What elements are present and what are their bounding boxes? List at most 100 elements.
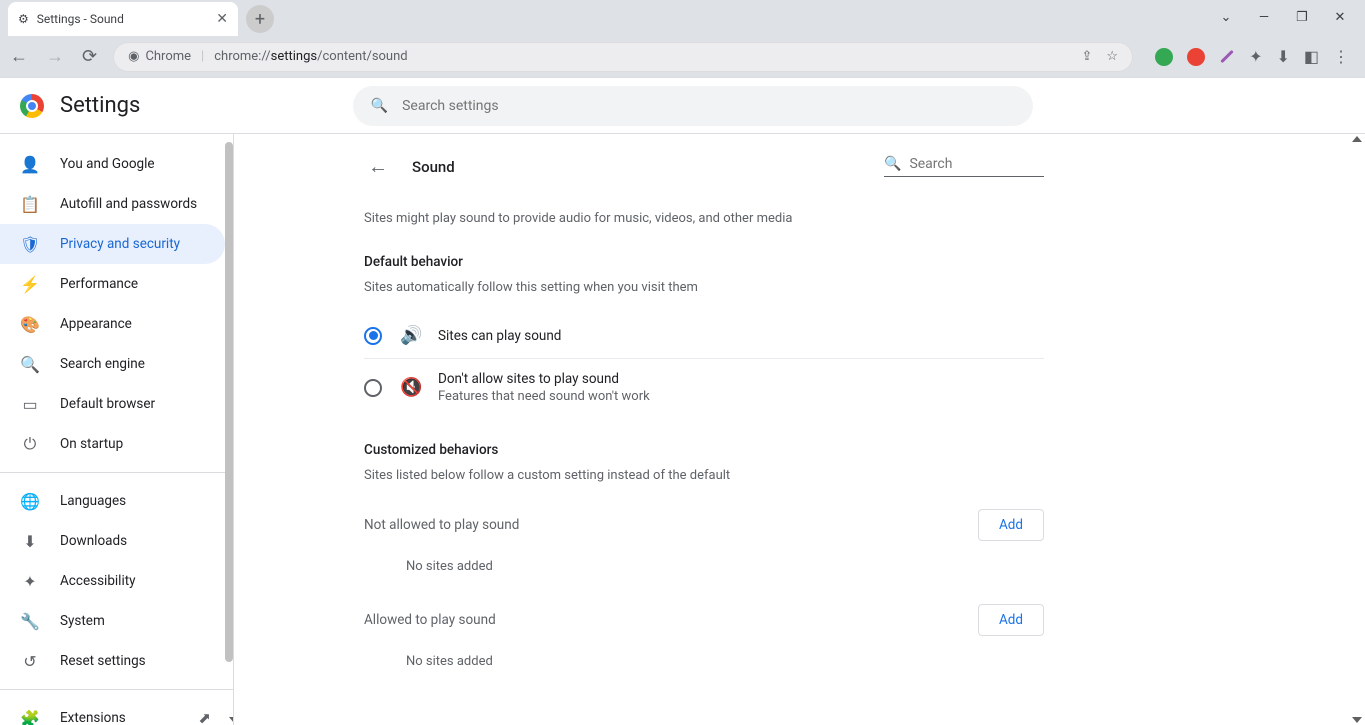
radio-sites-can-play-sound[interactable]: 🔊 Sites can play sound (364, 313, 1044, 359)
sidebar-item-label: Performance (60, 276, 138, 292)
url-display: chrome://settings/content/sound (214, 49, 407, 64)
sidebar-item-autofill[interactable]: 📋 Autofill and passwords (0, 184, 225, 224)
volume-mute-icon: 🔇 (400, 377, 420, 398)
sidebar-item-label: You and Google (60, 156, 155, 172)
extension-grammarly-icon[interactable] (1155, 48, 1173, 66)
settings-search-input[interactable] (402, 98, 1015, 114)
volume-icon: 🔊 (400, 325, 420, 346)
tab-dropdown-icon[interactable]: ⌄ (1217, 10, 1235, 25)
browser-tab[interactable]: ⚙ Settings - Sound ✕ (8, 2, 238, 36)
sidebar-item-extensions[interactable]: 🧩Extensions⬈ (0, 698, 225, 725)
sidebar-item-label: On startup (60, 436, 123, 452)
extension-icons: ✦ ⬇ ◧ ⋮ (1155, 47, 1355, 66)
sidebar-item-default-browser[interactable]: ▭ Default browser (0, 384, 225, 424)
sidebar-item-search-engine[interactable]: 🔍 Search engine (0, 344, 225, 384)
forward-button[interactable]: → (46, 46, 64, 67)
share-icon[interactable]: ⇪ (1082, 49, 1093, 64)
sidebar-item-performance[interactable]: ⚡ Performance (0, 264, 225, 304)
search-icon: 🔍 (20, 355, 40, 374)
sidebar-item-label: Downloads (60, 533, 127, 549)
extension-adblock-icon[interactable] (1187, 48, 1205, 66)
close-tab-icon[interactable]: ✕ (216, 11, 228, 27)
window-controls: ⌄ — ❐ ✕ (1201, 0, 1365, 35)
radio-label: Don't allow sites to play sound (438, 371, 650, 387)
extensions-puzzle-icon[interactable]: ✦ (1249, 47, 1262, 66)
sidebar-item-label: Autofill and passwords (60, 196, 197, 212)
customized-behaviors-sub: Sites listed below follow a custom setti… (364, 468, 1044, 483)
clipboard-icon: 📋 (20, 195, 40, 214)
tab-strip: ⚙ Settings - Sound ✕ + ⌄ — ❐ ✕ (0, 0, 1365, 36)
not-allowed-label: Not allowed to play sound (364, 517, 519, 533)
sidebar-separator (0, 689, 233, 690)
back-arrow-button[interactable]: ← (364, 150, 392, 183)
search-icon: 🔍 (371, 98, 388, 114)
window-icon: ▭ (20, 395, 40, 414)
default-behavior-title: Default behavior (364, 254, 1044, 270)
kebab-menu-icon[interactable]: ⋮ (1333, 47, 1349, 66)
new-tab-button[interactable]: + (246, 5, 274, 33)
reload-button[interactable]: ⟳ (82, 46, 97, 67)
scroll-down-arrow-icon[interactable] (1352, 717, 1362, 723)
in-page-search-input[interactable] (909, 156, 1087, 172)
maximize-button[interactable]: ❐ (1293, 10, 1311, 25)
sidebar-item-appearance[interactable]: 🎨Appearance (0, 304, 225, 344)
content-scrollbar[interactable] (1349, 134, 1363, 725)
radio-dont-allow-sound[interactable]: 🔇 Don't allow sites to play sound Featur… (364, 359, 1044, 416)
gear-icon: ⚙ (18, 12, 29, 26)
sidebar-item-accessibility[interactable]: ✦ Accessibility (0, 561, 225, 601)
sidebar-item-label: Languages (60, 493, 126, 509)
sidebar-item-privacy[interactable]: 🛡Privacy and security (0, 224, 225, 264)
sidebar-item-downloads[interactable]: ⬇ Downloads (0, 521, 225, 561)
sidebar-item-on-startup[interactable]: ⏻ On startup (0, 424, 225, 464)
no-sites-message: No sites added (364, 636, 1044, 673)
minimize-button[interactable]: — (1255, 10, 1273, 25)
sidebar-scrollbar[interactable] (225, 142, 233, 662)
side-panel-icon[interactable]: ◧ (1304, 47, 1319, 66)
sidebar-item-system[interactable]: 🔧 System (0, 601, 225, 641)
open-external-icon: ⬈ (198, 709, 211, 725)
customized-behaviors-title: Customized behaviors (364, 442, 1044, 458)
download-icon: ⬇ (20, 532, 40, 551)
bookmark-star-icon[interactable]: ☆ (1106, 49, 1118, 64)
scroll-up-arrow-icon[interactable] (1352, 136, 1362, 142)
sidebar-item-label: Appearance (60, 316, 132, 332)
tab-title: Settings - Sound (37, 12, 124, 26)
browser-chrome: ⚙ Settings - Sound ✕ + ⌄ — ❐ ✕ ← → ⟳ ◉ C… (0, 0, 1365, 78)
add-not-allowed-button[interactable]: Add (978, 509, 1044, 541)
back-button[interactable]: ← (10, 46, 28, 67)
content-area: ← Sound 🔍 Sites might play sound to prov… (234, 134, 1365, 725)
extension-pen-icon[interactable] (1220, 50, 1233, 63)
person-icon: 👤 (20, 155, 40, 174)
speedometer-icon: ⚡ (20, 275, 40, 294)
globe-icon: 🌐 (20, 492, 40, 511)
radio-button-icon[interactable] (364, 379, 382, 397)
sidebar-item-label: Search engine (60, 356, 145, 372)
sidebar-separator (0, 472, 233, 473)
omnibox[interactable]: ◉ Chrome | chrome://settings/content/sou… (113, 42, 1133, 72)
sidebar-item-reset[interactable]: ↺Reset settings (0, 641, 225, 681)
page-description: Sites might play sound to provide audio … (364, 211, 1044, 226)
radio-button-icon[interactable] (364, 327, 382, 345)
downloads-icon[interactable]: ⬇ (1276, 47, 1289, 66)
omnibox-label: Chrome (145, 49, 191, 64)
power-icon: ⏻ (20, 434, 40, 454)
default-behavior-sub: Sites automatically follow this setting … (364, 280, 1044, 295)
settings-title: Settings (60, 93, 140, 118)
accessibility-icon: ✦ (20, 572, 40, 591)
wrench-icon: 🔧 (20, 612, 40, 631)
chrome-logo-icon (20, 94, 44, 118)
radio-sublabel: Features that need sound won't work (438, 389, 650, 404)
sidebar-item-label: System (60, 613, 105, 629)
close-window-button[interactable]: ✕ (1331, 10, 1349, 25)
sidebar-item-you-and-google[interactable]: 👤 You and Google (0, 144, 225, 184)
sidebar-item-label: Accessibility (60, 573, 136, 589)
in-page-search[interactable]: 🔍 (884, 156, 1044, 177)
add-allowed-button[interactable]: Add (978, 604, 1044, 636)
chrome-icon: ◉ (128, 49, 139, 64)
sidebar-item-label: Privacy and security (60, 236, 180, 252)
sidebar-item-languages[interactable]: 🌐 Languages (0, 481, 225, 521)
settings-header: Settings 🔍 (0, 78, 1365, 134)
sidebar-item-label: Default browser (60, 396, 155, 412)
sidebar-item-label: Reset settings (60, 653, 146, 669)
settings-search-bar[interactable]: 🔍 (353, 86, 1033, 126)
